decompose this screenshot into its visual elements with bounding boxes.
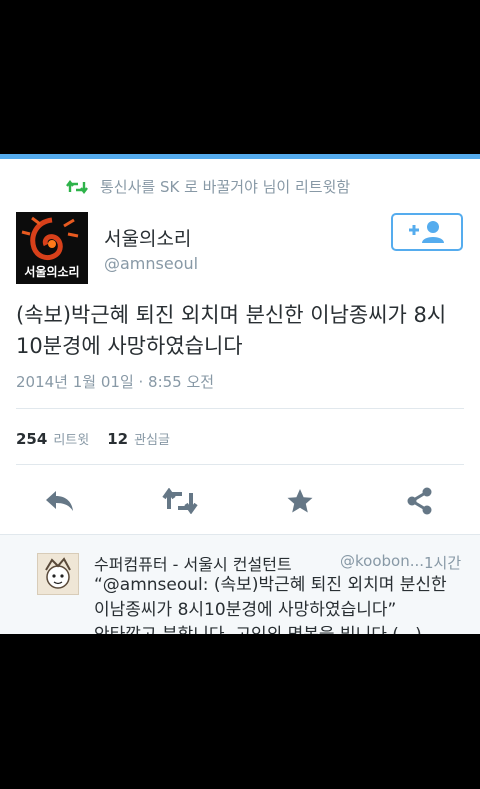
tweet-timestamp: 2014년 1월 01일 · 8:55 오전	[16, 373, 215, 391]
star-icon	[287, 489, 313, 513]
retweet-icon	[66, 179, 88, 194]
reply-button[interactable]	[42, 484, 78, 518]
favorite-count-label[interactable]: 관심글	[134, 429, 170, 448]
share-icon	[407, 487, 432, 515]
reply-text: “@amnseoul: (속보)박근혜 퇴진 외치며 분신한 이남종씨가 8시1…	[94, 575, 447, 634]
add-user-icon	[409, 221, 444, 243]
reply-tweet[interactable]: 수퍼컴퓨터 - 서울시 컨설턴트 @koobon... 1시간 “@amnseo…	[0, 534, 480, 634]
retweeted-by-text: 통신사를 SK 로 바꿀거야 님이 리트윗함	[100, 178, 351, 196]
favorite-button[interactable]	[282, 484, 318, 518]
author-handle[interactable]: @amnseoul	[104, 254, 198, 273]
cartoon-avatar-icon	[38, 554, 78, 594]
retweet-count[interactable]: 254	[16, 430, 47, 448]
reply-author-handle[interactable]: @koobon...	[340, 552, 424, 570]
top-accent-bar	[0, 154, 480, 159]
reply-icon	[46, 491, 73, 511]
author-avatar[interactable]: 서울의소리	[16, 212, 88, 284]
retweet-button[interactable]	[162, 484, 198, 518]
reply-author-avatar[interactable]	[37, 553, 79, 595]
reply-time: 1시간	[424, 554, 462, 572]
avatar-label: 서울의소리	[24, 265, 80, 279]
share-button[interactable]	[402, 484, 438, 518]
divider	[16, 408, 464, 409]
tweet-stats: 254 리트윗 12 관심글	[16, 429, 188, 448]
favorite-count[interactable]: 12	[107, 430, 128, 448]
tweet-actions	[0, 484, 480, 518]
follow-button[interactable]	[391, 213, 463, 251]
tweet-detail-screen: 통신사를 SK 로 바꿀거야 님이 리트윗함 서울의소리 서울의소리 @amns…	[0, 154, 480, 634]
reply-author-name[interactable]: 수퍼컴퓨터 - 서울시 컨설턴트	[94, 551, 292, 575]
retweet-count-label[interactable]: 리트윗	[53, 429, 89, 448]
retweeted-by-note[interactable]: 통신사를 SK 로 바꿀거야 님이 리트윗함	[66, 176, 350, 197]
tweet-text: (속보)박근혜 퇴진 외치며 분신한 이남종씨가 8시10분경에 사망하였습니다	[16, 303, 447, 358]
author-name[interactable]: 서울의소리	[104, 224, 191, 251]
retweet-icon	[162, 488, 198, 514]
divider	[16, 464, 464, 465]
